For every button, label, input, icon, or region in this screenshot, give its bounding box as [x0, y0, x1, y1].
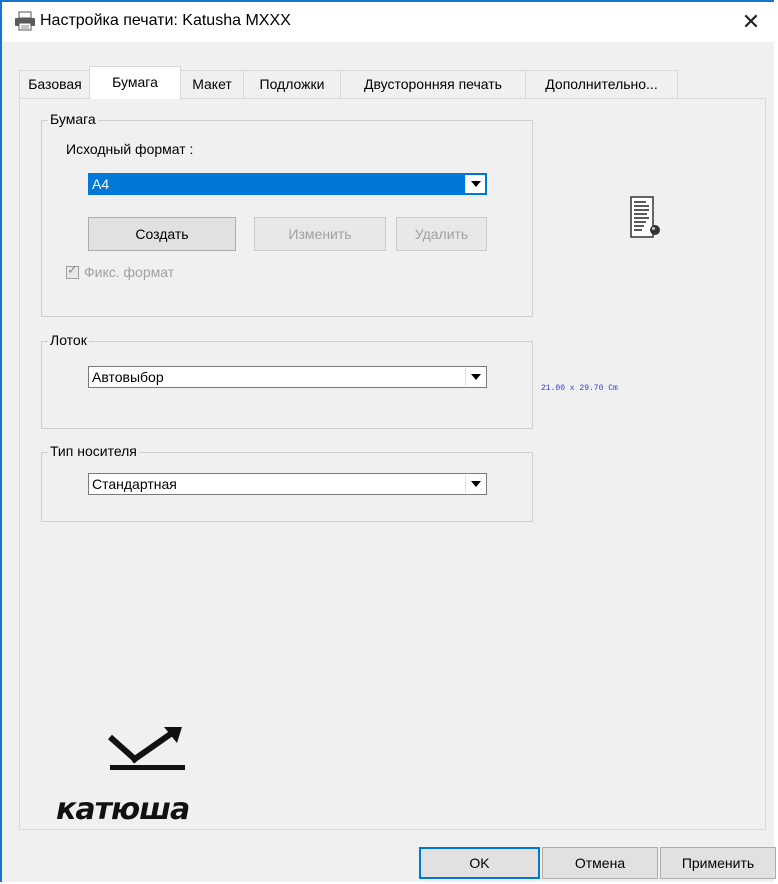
cancel-button[interactable]: Отмена: [542, 847, 658, 879]
chevron-down-icon[interactable]: [465, 475, 485, 493]
media-type-value: Стандартная: [92, 476, 177, 492]
fixed-format-checkbox[interactable]: [66, 263, 79, 279]
window-title: Настройка печати: Katusha MXXX: [40, 12, 291, 29]
print-settings-window: Настройка печати: Katusha MXXX ✕ Базовая…: [0, 0, 776, 882]
apply-button[interactable]: Применить: [660, 847, 776, 879]
tab-advanced[interactable]: Дополнительно...: [525, 70, 678, 98]
tab-layout[interactable]: Макет: [180, 70, 244, 98]
printer-icon: [14, 11, 36, 31]
close-button[interactable]: ✕: [728, 2, 774, 42]
tab-basic[interactable]: Базовая: [19, 70, 91, 98]
chevron-down-icon[interactable]: [465, 175, 485, 193]
source-format-label: Исходный формат :: [66, 141, 194, 157]
paper-group: Бумага Исходный формат : A4 Создать Изме…: [41, 111, 533, 317]
paper-group-legend: Бумага: [48, 111, 98, 127]
tab-panel-paper: Бумага Исходный формат : A4 Создать Изме…: [19, 98, 766, 830]
media-type-select[interactable]: Стандартная: [88, 473, 487, 495]
tray-value: Автовыбор: [92, 369, 164, 385]
tray-group-legend: Лоток: [48, 332, 89, 348]
ok-button[interactable]: OK: [419, 847, 540, 879]
tab-watermarks[interactable]: Подложки: [243, 70, 341, 98]
title-bar: Настройка печати: Katusha MXXX ✕: [2, 2, 774, 42]
tab-duplex[interactable]: Двусторонняя печать: [340, 70, 526, 98]
katusha-logo: катюша: [54, 727, 244, 827]
tray-group: Лоток Автовыбор: [41, 332, 533, 429]
media-type-group-legend: Тип носителя: [48, 443, 139, 459]
source-format-select[interactable]: A4: [88, 173, 487, 195]
paper-dimensions: 21.00 x 29.70 Cm: [541, 384, 618, 393]
delete-button[interactable]: Удалить: [396, 217, 487, 251]
tab-paper[interactable]: Бумага: [89, 66, 181, 99]
svg-text:катюша: катюша: [56, 792, 189, 822]
create-button[interactable]: Создать: [88, 217, 236, 251]
source-format-value: A4: [92, 176, 110, 192]
page-preview-icon: [630, 196, 666, 245]
tray-select[interactable]: Автовыбор: [88, 366, 487, 388]
edit-button[interactable]: Изменить: [254, 217, 386, 251]
chevron-down-icon[interactable]: [465, 368, 485, 386]
media-type-group: Тип носителя Стандартная: [41, 443, 533, 522]
fixed-format-label: Фикс. формат: [84, 264, 175, 280]
